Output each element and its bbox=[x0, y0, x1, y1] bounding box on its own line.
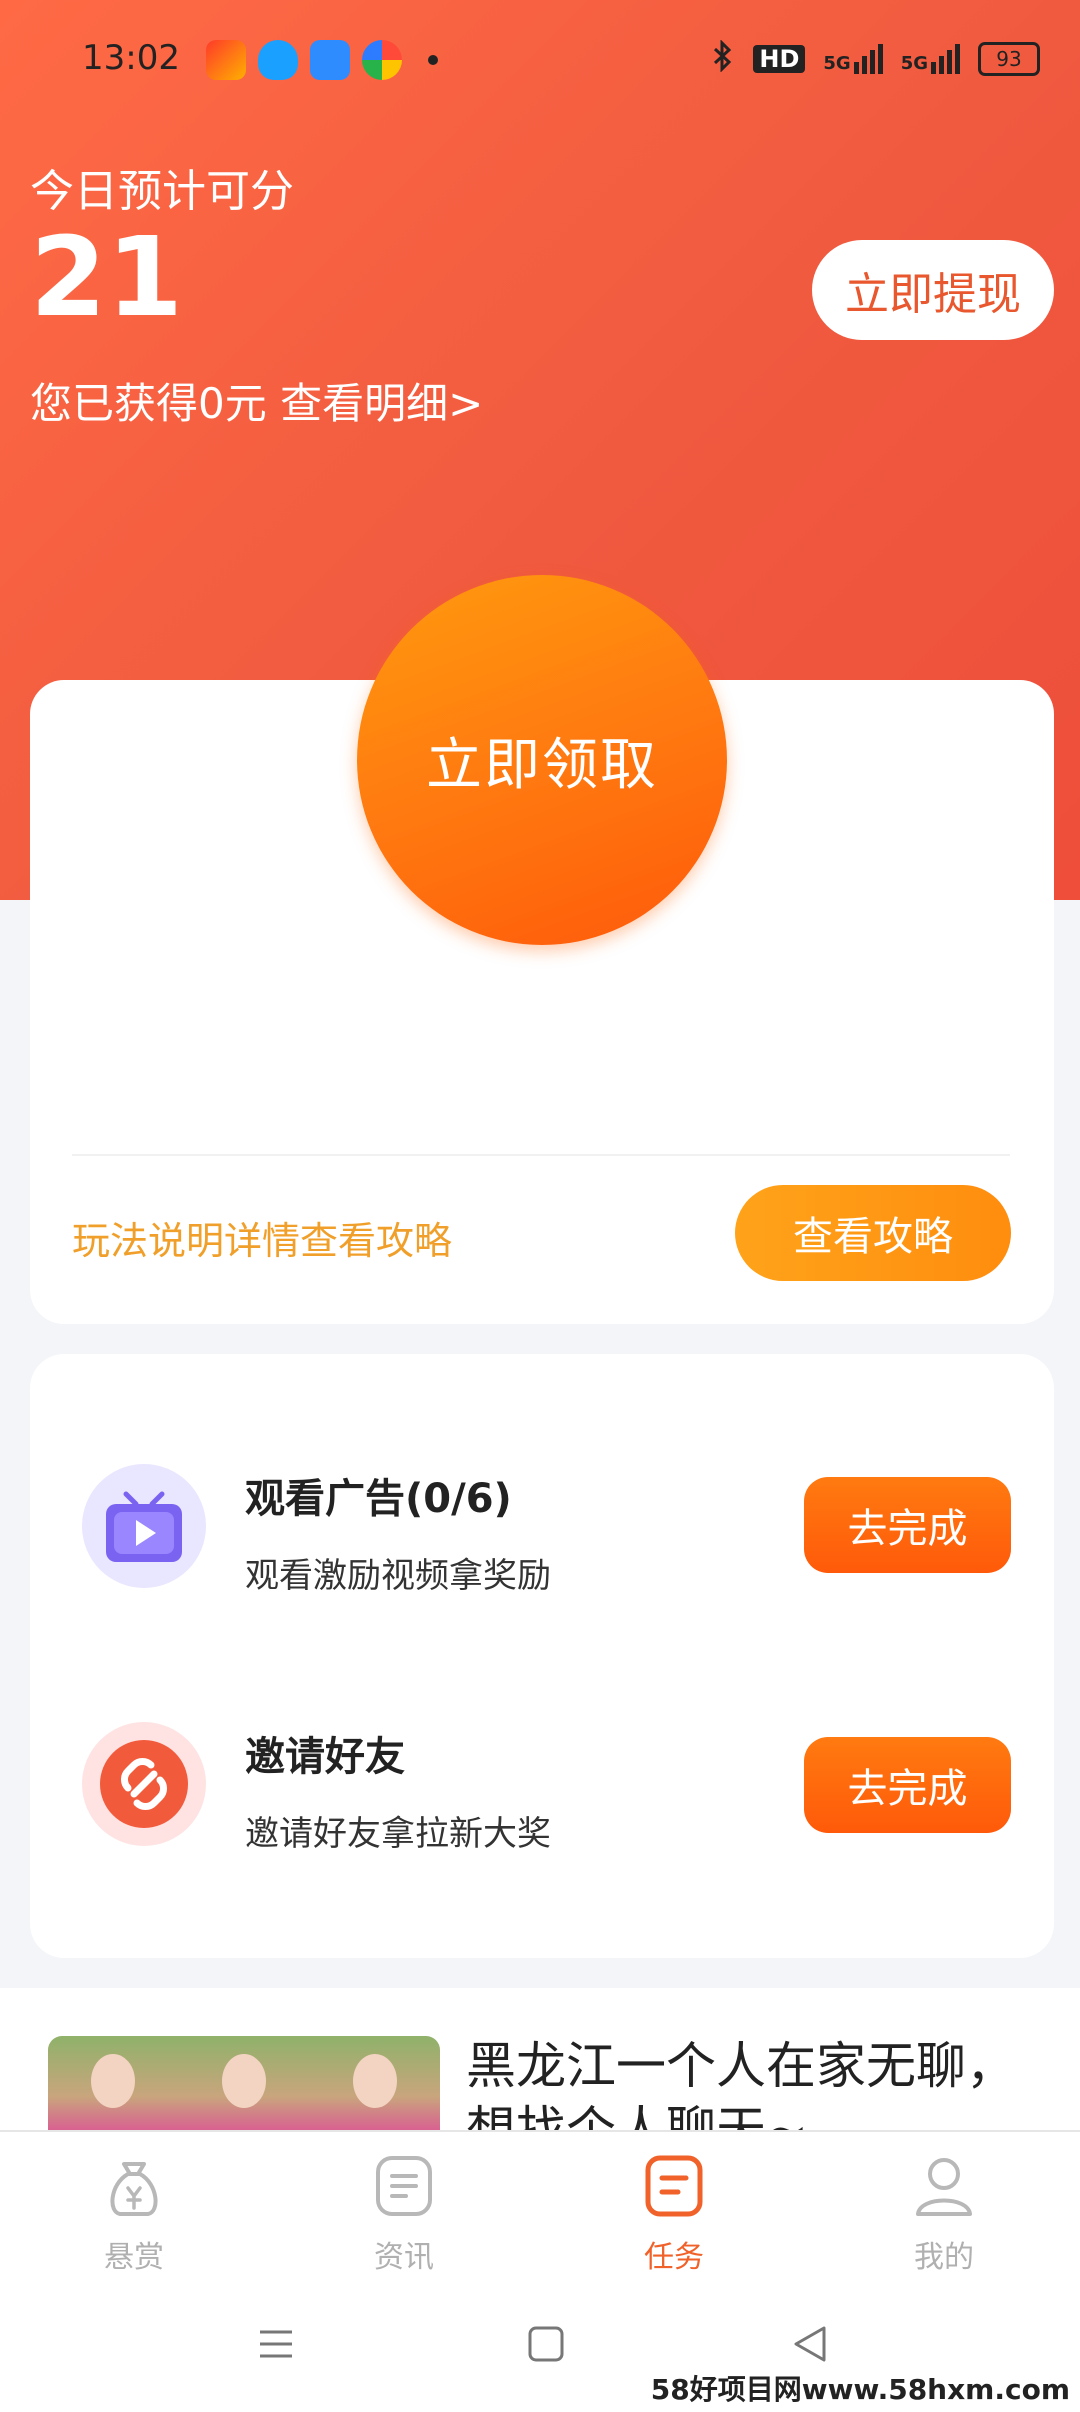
today-estimate-label: 今日预计可分 bbox=[30, 166, 294, 217]
points-value: 21 bbox=[30, 213, 184, 341]
tab-news[interactable]: 资讯 bbox=[334, 2150, 474, 2276]
money-bag-icon bbox=[98, 2150, 170, 2226]
divider bbox=[72, 1154, 1010, 1156]
watermark: 58好项目网www.58hxm.com bbox=[650, 2373, 1070, 2406]
status-bar: 13:02 HD 5G 5G 93 bbox=[0, 0, 1080, 120]
guide-text: 玩法说明详情查看攻略 bbox=[72, 1219, 453, 1263]
task-title: 邀请好友 bbox=[245, 1734, 405, 1780]
news-item[interactable]: 黑龙江一个人在家无聊，想找个人聊天~ bbox=[0, 1988, 1080, 2130]
view-guide-button[interactable]: 查看攻略 bbox=[735, 1185, 1011, 1281]
tab-label: 任务 bbox=[644, 2240, 704, 2275]
task-card bbox=[30, 1354, 1054, 1958]
status-right-group: HD 5G 5G 93 bbox=[711, 39, 1040, 78]
task-title: 观看广告(0/6) bbox=[245, 1476, 512, 1522]
app-notification-icon bbox=[362, 40, 402, 80]
more-notifications-dot bbox=[428, 55, 438, 65]
battery-icon: 93 bbox=[978, 42, 1040, 76]
menu-icon[interactable] bbox=[256, 2324, 296, 2368]
app-notification-icon bbox=[206, 40, 246, 80]
complete-watch-ad-button[interactable]: 去完成 bbox=[804, 1477, 1011, 1573]
withdraw-button[interactable]: 立即提现 bbox=[812, 240, 1054, 340]
status-time: 13:02 bbox=[82, 38, 180, 78]
task-desc: 观看激励视频拿奖励 bbox=[245, 1556, 551, 1596]
link-icon bbox=[82, 1722, 206, 1846]
signal-5g-2: 5G bbox=[901, 44, 960, 74]
claim-now-button[interactable]: 立即领取 bbox=[357, 575, 727, 945]
news-icon bbox=[368, 2150, 440, 2226]
tv-play-icon bbox=[82, 1464, 206, 1588]
bottom-tab-bar: 悬赏 资讯 任务 我的 bbox=[0, 2130, 1080, 2282]
task-icon bbox=[638, 2150, 710, 2226]
hd-badge: HD bbox=[753, 45, 806, 73]
task-desc: 邀请好友拿拉新大奖 bbox=[245, 1814, 551, 1854]
bluetooth-icon bbox=[711, 39, 735, 78]
earned-details-link[interactable]: 您已获得0元 查看明细> bbox=[30, 370, 483, 431]
news-thumbnail bbox=[48, 2036, 440, 2130]
app-notification-icon bbox=[310, 40, 350, 80]
tab-profile[interactable]: 我的 bbox=[874, 2150, 1014, 2276]
back-icon[interactable] bbox=[790, 2324, 830, 2368]
signal-5g-1: 5G bbox=[823, 44, 883, 74]
system-nav-bar: 58好项目网www.58hxm.com bbox=[0, 2280, 1080, 2412]
qq-notification-icon bbox=[258, 40, 298, 80]
tab-reward[interactable]: 悬赏 bbox=[64, 2150, 204, 2276]
home-icon[interactable] bbox=[526, 2324, 566, 2368]
news-title: 黑龙江一个人在家无聊，想找个人聊天~ bbox=[466, 2037, 1016, 2130]
tab-label: 资讯 bbox=[374, 2240, 434, 2275]
complete-invite-button[interactable]: 去完成 bbox=[804, 1737, 1011, 1833]
user-icon bbox=[908, 2150, 980, 2226]
tab-label: 悬赏 bbox=[104, 2240, 164, 2275]
tab-tasks[interactable]: 任务 bbox=[604, 2150, 744, 2276]
tab-label: 我的 bbox=[914, 2240, 974, 2275]
